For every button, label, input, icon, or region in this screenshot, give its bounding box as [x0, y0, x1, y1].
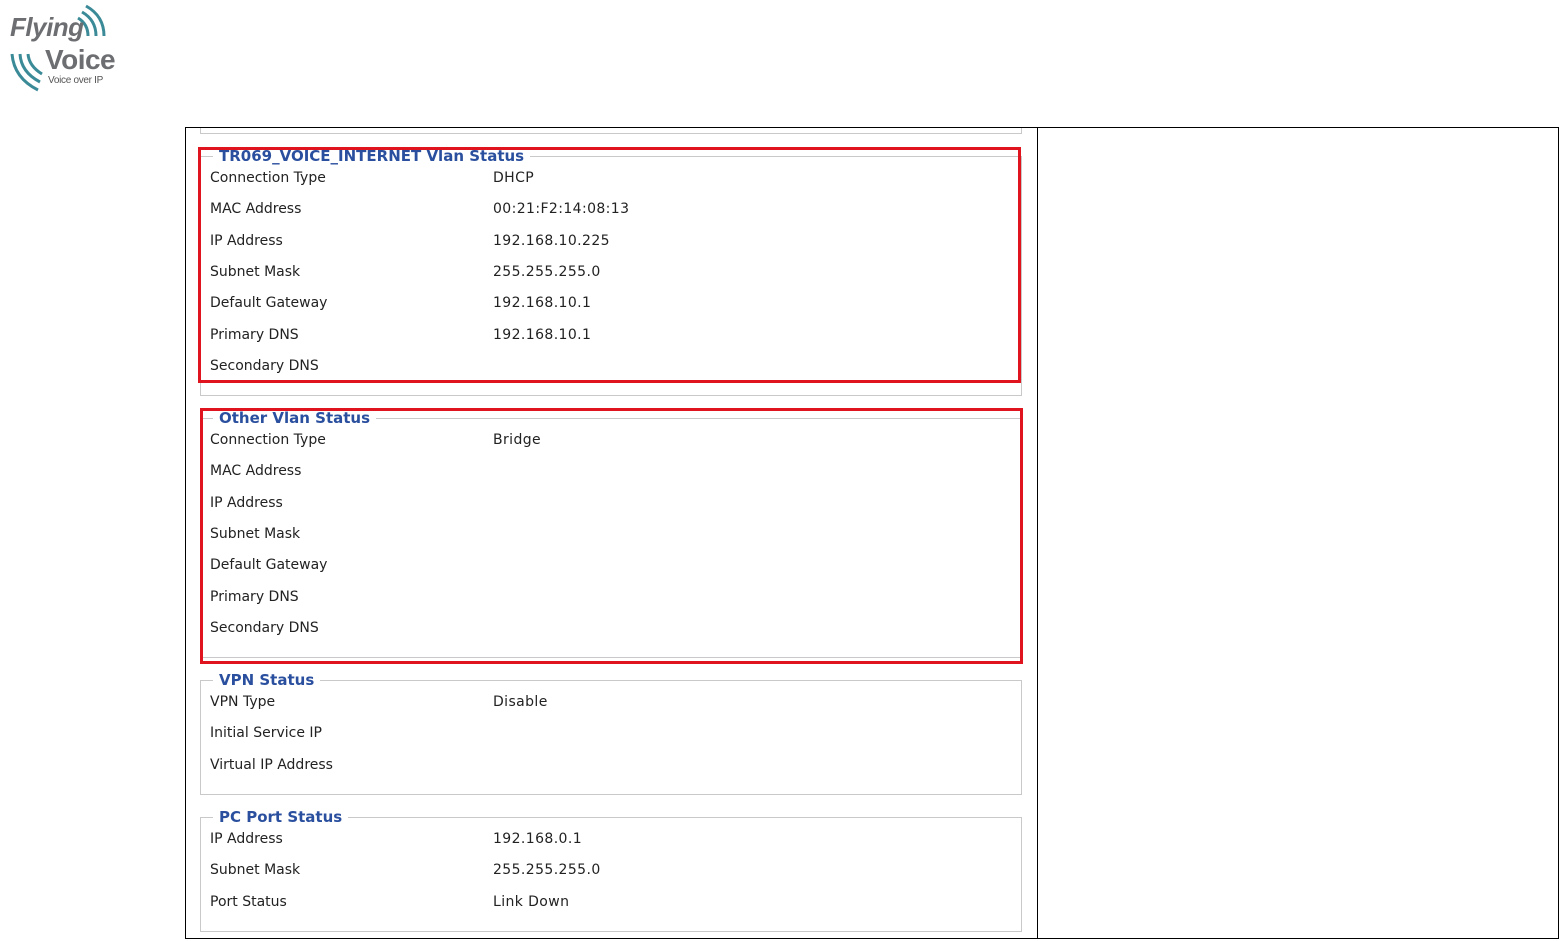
- status-row: VPN Type Disable: [201, 692, 1021, 712]
- status-row: IP Address 192.168.0.1: [201, 829, 1021, 849]
- row-label: Default Gateway: [210, 295, 328, 311]
- row-value: Disable: [493, 694, 548, 710]
- row-label: Default Gateway: [210, 557, 328, 573]
- section-title: TR069_VOICE_INTERNET Vlan Status: [213, 147, 531, 165]
- other-vlan-status-panel: Other Vlan Status Connection Type Bridge…: [200, 409, 1022, 658]
- row-value: 255.255.255.0: [493, 264, 601, 280]
- row-label: Subnet Mask: [210, 862, 301, 878]
- cropped-panel-edge: [200, 128, 1022, 134]
- logo-word-flying: Flying: [10, 12, 84, 42]
- row-label: MAC Address: [210, 201, 302, 217]
- row-label: VPN Type: [210, 694, 276, 710]
- row-label: Secondary DNS: [210, 620, 319, 636]
- status-row: Primary DNS: [201, 587, 1021, 607]
- row-label: Secondary DNS: [210, 358, 319, 374]
- row-value: 192.168.10.1: [493, 327, 592, 343]
- status-row: Secondary DNS: [201, 356, 1021, 376]
- row-label: Primary DNS: [210, 327, 299, 343]
- row-value: 192.168.10.225: [493, 233, 610, 249]
- status-row: MAC Address: [201, 461, 1021, 481]
- row-label: Primary DNS: [210, 589, 299, 605]
- row-label: Virtual IP Address: [210, 757, 333, 773]
- row-label: Connection Type: [210, 170, 326, 186]
- section-title: Other Vlan Status: [213, 409, 377, 427]
- row-label: Subnet Mask: [210, 526, 301, 542]
- row-label: MAC Address: [210, 463, 302, 479]
- status-row: Default Gateway 192.168.10.1: [201, 293, 1021, 313]
- logo-tagline: Voice over IP: [48, 75, 104, 86]
- row-value: Bridge: [493, 432, 542, 448]
- row-label: IP Address: [210, 495, 283, 511]
- status-row: Secondary DNS: [201, 618, 1021, 638]
- flying-voice-logo: Flying Voice Voice over IP: [8, 2, 116, 92]
- section-title: PC Port Status: [213, 808, 349, 826]
- row-value: 192.168.10.1: [493, 295, 592, 311]
- status-row: Subnet Mask: [201, 524, 1021, 544]
- section-title: VPN Status: [213, 671, 321, 689]
- row-label: Port Status: [210, 894, 287, 910]
- status-row: Virtual IP Address: [201, 755, 1021, 775]
- status-row: IP Address 192.168.10.225: [201, 231, 1021, 251]
- status-row: Port Status Link Down: [201, 892, 1021, 912]
- status-row: Primary DNS 192.168.10.1: [201, 325, 1021, 345]
- row-value: Link Down: [493, 894, 570, 910]
- status-row: IP Address: [201, 493, 1021, 513]
- row-label: IP Address: [210, 233, 283, 249]
- status-row: Subnet Mask 255.255.255.0: [201, 860, 1021, 880]
- status-row: Initial Service IP: [201, 723, 1021, 743]
- status-row: Subnet Mask 255.255.255.0: [201, 262, 1021, 282]
- row-label: Subnet Mask: [210, 264, 301, 280]
- row-value: DHCP: [493, 170, 535, 186]
- row-value: 00:21:F2:14:08:13: [493, 201, 630, 217]
- status-row: Connection Type DHCP: [201, 168, 1021, 188]
- row-label: Connection Type: [210, 432, 326, 448]
- row-value: 255.255.255.0: [493, 862, 601, 878]
- table-column-divider: [1037, 127, 1038, 939]
- status-row: Default Gateway: [201, 555, 1021, 575]
- vpn-status-panel: VPN Status VPN Type Disable Initial Serv…: [200, 671, 1022, 795]
- row-label: Initial Service IP: [210, 725, 322, 741]
- row-label: IP Address: [210, 831, 283, 847]
- pc-port-status-panel: PC Port Status IP Address 192.168.0.1 Su…: [200, 808, 1022, 932]
- row-value: 192.168.0.1: [493, 831, 583, 847]
- logo-word-voice: Voice: [45, 44, 116, 75]
- status-row: Connection Type Bridge: [201, 430, 1021, 450]
- status-row: MAC Address 00:21:F2:14:08:13: [201, 199, 1021, 219]
- tr069-vlan-status-panel: TR069_VOICE_INTERNET Vlan Status Connect…: [200, 147, 1022, 396]
